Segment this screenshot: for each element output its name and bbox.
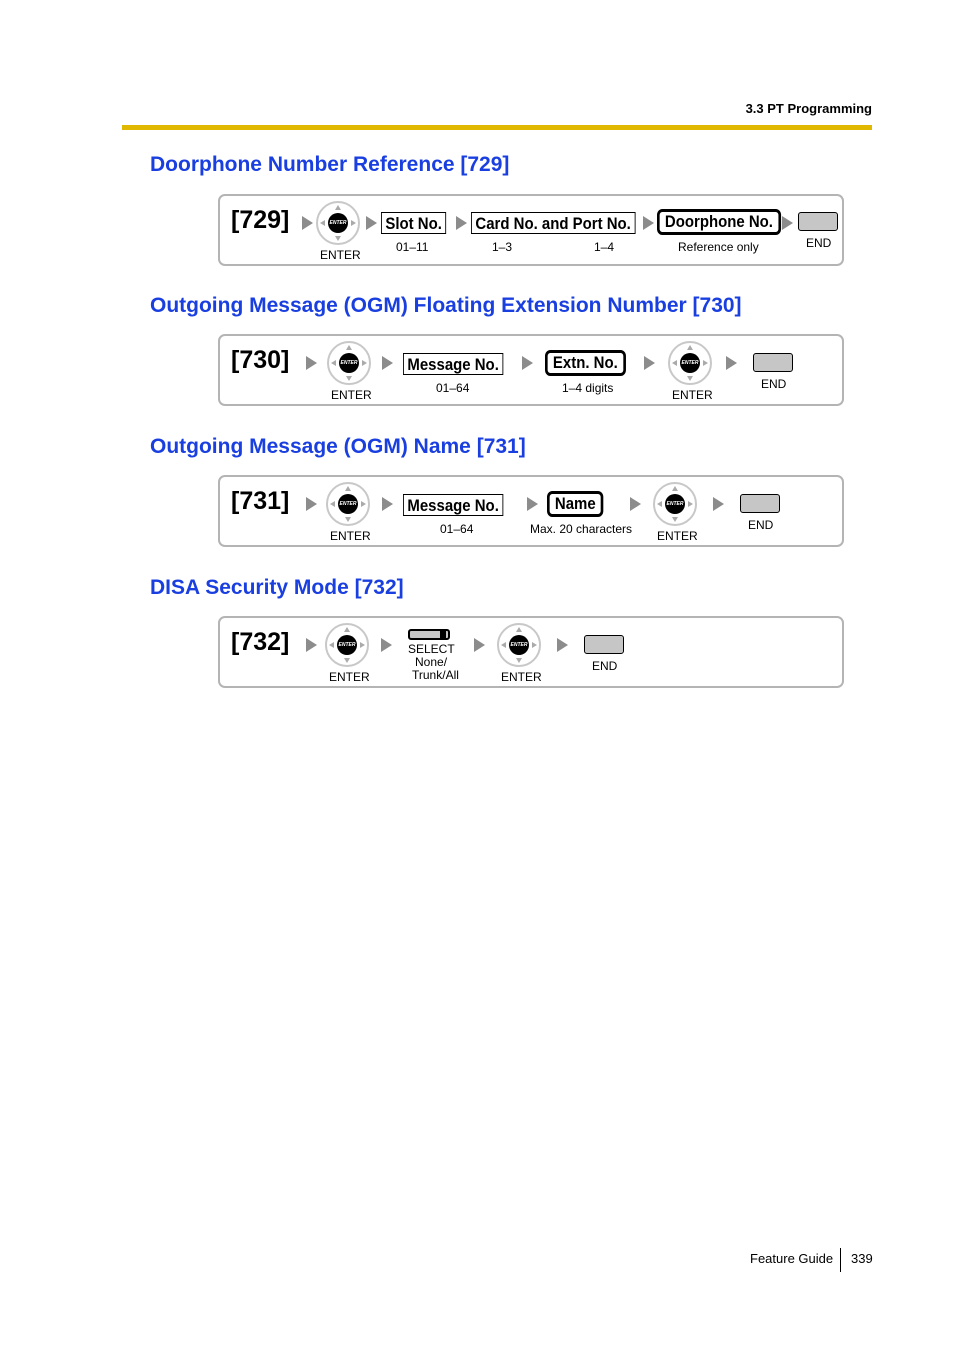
- end-key-icon: [753, 353, 793, 372]
- footer-doc-title: Feature Guide: [750, 1251, 834, 1266]
- arrow-icon: [306, 497, 317, 511]
- message-no-field: Message No.: [403, 494, 504, 516]
- section-title-730: Outgoing Message (OGM) Floating Extensio…: [150, 294, 742, 317]
- arrow-icon: [306, 356, 317, 370]
- header-rule: [122, 125, 872, 130]
- arrow-icon: [382, 497, 393, 511]
- enter-label: ENTER: [501, 670, 542, 684]
- doorphone-note: Reference only: [678, 240, 759, 254]
- arrow-icon: [643, 216, 654, 230]
- end-label: END: [761, 377, 787, 391]
- end-label: END: [748, 518, 774, 532]
- enter-navigator-icon: ENTER: [325, 623, 369, 667]
- enter-navigator-icon: ENTER: [327, 341, 371, 385]
- program-code: [729]: [231, 206, 290, 234]
- name-note: Max. 20 characters: [530, 522, 633, 536]
- extn-no-note: 1–4 digits: [562, 381, 614, 395]
- running-header: 3.3 PT Programming: [745, 101, 872, 116]
- arrow-icon: [522, 356, 533, 370]
- enter-label: ENTER: [331, 388, 372, 402]
- doorphone-no-field: Doorphone No.: [657, 209, 781, 235]
- end-label: END: [806, 236, 832, 250]
- arrow-icon: [306, 638, 317, 652]
- port-no-range: 1–4: [594, 240, 615, 254]
- enter-navigator-icon: ENTER: [653, 482, 697, 526]
- message-no-field: Message No.: [403, 353, 504, 375]
- arrow-icon: [366, 216, 377, 230]
- procedure-panel-729: [729] ENTER ENTER Slot No. 01–11 Card No…: [218, 194, 844, 266]
- enter-navigator-icon: ENTER: [316, 201, 360, 245]
- end-key-icon: [798, 212, 838, 231]
- arrow-icon: [726, 356, 737, 370]
- end-label: END: [592, 659, 618, 673]
- procedure-panel-730: [730] ENTER ENTER Message No. 01–64 Extn…: [218, 334, 844, 406]
- arrow-icon: [713, 497, 724, 511]
- footer-divider: [840, 1248, 841, 1272]
- section-title-731: Outgoing Message (OGM) Name [731]: [150, 435, 526, 458]
- procedure-panel-732: [732] ENTER ENTER SELECT None/ Trunk/All…: [218, 616, 844, 688]
- enter-label: ENTER: [657, 529, 698, 543]
- section-title-732: DISA Security Mode [732]: [150, 576, 404, 599]
- card-port-field: Card No. and Port No.: [471, 212, 636, 234]
- arrow-icon: [630, 497, 641, 511]
- end-key-icon: [584, 635, 624, 654]
- slot-no-field: Slot No.: [381, 212, 447, 234]
- select-label: SELECT: [408, 642, 455, 656]
- arrow-icon: [456, 216, 467, 230]
- program-code: [730]: [231, 346, 290, 374]
- select-options-line2: Trunk/All: [412, 668, 459, 682]
- message-no-range: 01–64: [440, 522, 474, 536]
- procedure-panel-731: [731] ENTER ENTER Message No. 01–64 Name…: [218, 475, 844, 547]
- enter-label: ENTER: [672, 388, 713, 402]
- enter-label: ENTER: [330, 529, 371, 543]
- enter-label: ENTER: [329, 670, 370, 684]
- page-number: 339: [851, 1251, 873, 1266]
- arrow-icon: [557, 638, 568, 652]
- card-no-range: 1–3: [492, 240, 513, 254]
- section-title-729: Doorphone Number Reference [729]: [150, 153, 510, 176]
- arrow-icon: [302, 216, 313, 230]
- extn-no-field: Extn. No.: [545, 350, 626, 376]
- end-key-icon: [740, 494, 780, 513]
- enter-navigator-icon: ENTER: [326, 482, 370, 526]
- program-code: [732]: [231, 628, 290, 656]
- enter-navigator-icon: ENTER: [497, 623, 541, 667]
- select-key-icon: [408, 629, 450, 640]
- arrow-icon: [644, 356, 655, 370]
- arrow-icon: [382, 356, 393, 370]
- arrow-icon: [527, 497, 538, 511]
- name-field: Name: [547, 491, 604, 517]
- program-code: [731]: [231, 487, 290, 515]
- arrow-icon: [782, 216, 793, 230]
- enter-navigator-icon: ENTER: [668, 341, 712, 385]
- arrow-icon: [474, 638, 485, 652]
- slot-no-range: 01–11: [396, 240, 429, 254]
- enter-label: ENTER: [320, 248, 361, 262]
- select-options-line1: None/: [415, 655, 448, 669]
- arrow-icon: [381, 638, 392, 652]
- message-no-range: 01–64: [436, 381, 470, 395]
